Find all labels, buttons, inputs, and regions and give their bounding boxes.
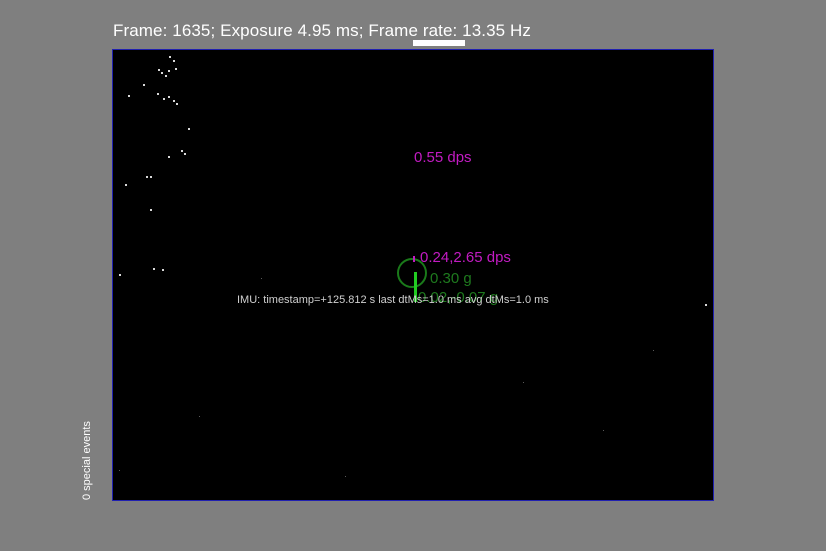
event-pixel — [168, 96, 170, 98]
event-pixel — [162, 269, 164, 271]
event-pixel — [261, 278, 262, 279]
event-pixel — [153, 268, 155, 270]
event-pixel — [146, 176, 148, 178]
event-pixel — [150, 209, 152, 211]
app-window: Frame: 1635; Exposure 4.95 ms; Frame rat… — [0, 0, 826, 551]
event-pixel — [173, 60, 175, 62]
frame-rate-indicator-bar — [413, 40, 465, 46]
event-pixel — [125, 184, 127, 186]
event-pixel — [345, 476, 346, 477]
event-pixel — [169, 56, 171, 58]
event-pixel — [173, 100, 175, 102]
frame-status-text: Frame: 1635; Exposure 4.95 ms; Frame rat… — [113, 21, 532, 40]
event-pixel — [128, 95, 130, 97]
event-pixel — [168, 70, 170, 72]
gyro-vector-marker — [413, 256, 415, 262]
event-pixel — [603, 430, 604, 431]
event-pixel — [653, 350, 654, 351]
event-pixel — [199, 416, 200, 417]
accel-circle-indicator — [397, 258, 427, 288]
event-pixel — [181, 150, 183, 152]
event-pixel — [175, 68, 177, 70]
event-pixel — [163, 98, 165, 100]
accel-magnitude-label: 0.30 g — [430, 270, 472, 287]
event-pixel — [119, 470, 120, 471]
event-pixel — [161, 72, 163, 74]
event-pixel — [176, 103, 178, 105]
event-pixel — [168, 156, 170, 158]
event-pixel — [184, 153, 186, 155]
special-events-label: 0 special events — [81, 421, 93, 500]
event-pixel — [150, 176, 152, 178]
event-display-canvas[interactable]: 0.55 dps 0.24,2.65 dps 0.30 g 0.02,-0.07… — [112, 49, 714, 501]
event-pixel — [705, 304, 707, 306]
event-pixel — [119, 274, 121, 276]
event-pixel — [165, 75, 167, 77]
event-pixel — [158, 69, 160, 71]
gyro-rate-label: 0.55 dps — [414, 149, 472, 166]
event-pixel — [523, 382, 524, 383]
event-pixel — [188, 128, 190, 130]
gyro-pan-tilt-label: 0.24,2.65 dps — [420, 249, 511, 266]
imu-timestamp-info: IMU: timestamp=+125.812 s last dtMs=1.0 … — [237, 294, 549, 306]
event-pixel — [157, 93, 159, 95]
event-pixel — [143, 84, 145, 86]
